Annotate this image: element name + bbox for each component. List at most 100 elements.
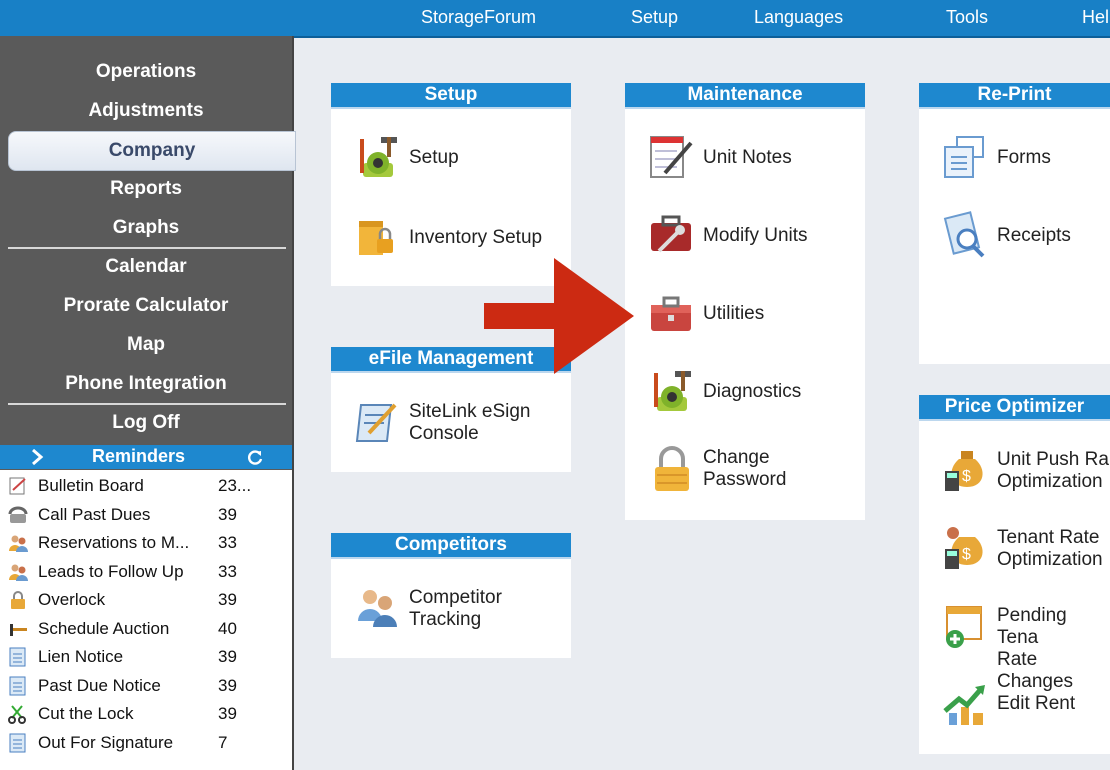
competitors-panel-header: Competitors xyxy=(331,533,571,559)
utilities-label: Utilities xyxy=(703,303,765,324)
forms-label: Forms xyxy=(997,147,1051,168)
reminder-row[interactable]: Schedule Auction 40 xyxy=(0,615,292,643)
sidebar-item-operations[interactable]: Operations xyxy=(0,53,292,91)
reminders-list: Bulletin Board 23... Call Past Dues 39 Reser… xyxy=(0,470,292,770)
sidebar-item-calendar[interactable]: Calendar xyxy=(0,248,292,286)
toolbox-wrench-icon xyxy=(651,215,691,253)
reminder-count: 33 xyxy=(218,533,237,552)
receipts-tile[interactable]: Receipts xyxy=(943,211,1110,267)
refresh-icon[interactable] xyxy=(246,449,264,467)
document-pen-icon xyxy=(355,403,397,442)
reminder-label: Leads to Follow Up xyxy=(38,561,184,581)
edit-rent-tile[interactable]: Edit Rent xyxy=(943,679,1110,735)
reminder-row[interactable]: Overlock 39 xyxy=(0,586,292,614)
reminder-count: 39 xyxy=(218,590,237,609)
sitelink-esign-label: SiteLink eSign Console xyxy=(409,401,531,444)
reminder-row[interactable]: Bulletin Board 23... xyxy=(0,472,292,500)
reminder-label: Cut the Lock xyxy=(38,704,134,723)
change-password-tile[interactable]: Change Password xyxy=(649,445,859,501)
maintenance-panel-header: Maintenance xyxy=(625,83,865,109)
competitor-tracking-label: Competitor Tracking xyxy=(409,587,502,630)
competitors-panel: Competitors Competitor Tracking xyxy=(331,533,571,658)
scissors-icon xyxy=(8,704,28,724)
document-icon xyxy=(8,647,28,667)
gavel-icon xyxy=(8,619,28,639)
chevron-right-icon[interactable] xyxy=(30,449,44,465)
reprint-panel: Re-Print Forms Receipts xyxy=(919,83,1110,364)
menu-languages[interactable]: Languages xyxy=(754,7,843,28)
telephone-icon xyxy=(8,505,28,525)
reminder-count: 39 xyxy=(218,675,237,695)
notepad-icon xyxy=(8,476,28,496)
setup-tools-icon xyxy=(360,137,397,177)
sidebar-item-phone-integration[interactable]: Phone Integration xyxy=(0,365,292,403)
document-icon xyxy=(8,676,28,696)
people-icon xyxy=(358,590,397,627)
reminder-row[interactable]: Lien Notice 39 xyxy=(0,643,292,671)
padlock-icon xyxy=(655,446,689,491)
setup-tile[interactable]: Setup xyxy=(355,133,565,189)
reminder-row[interactable]: Out For Signature 7 xyxy=(0,729,292,757)
maintenance-panel: Maintenance Unit Notes Modify Units Util… xyxy=(625,83,865,520)
reminder-row[interactable]: Cut the Lock 39 xyxy=(0,700,292,728)
price-optimizer-panel-header: Price Optimizer xyxy=(919,395,1110,421)
svg-text:$: $ xyxy=(962,546,971,563)
growth-chart-icon xyxy=(943,685,985,725)
utilities-tile[interactable]: Utilities xyxy=(649,289,859,345)
sitelink-esign-tile[interactable]: SiteLink eSign Console xyxy=(355,397,565,453)
reminder-row[interactable]: Call Past Dues 39 xyxy=(0,501,292,529)
diagnostics-tools-icon xyxy=(654,371,691,411)
sidebar-item-graphs[interactable]: Graphs xyxy=(0,209,292,247)
top-menu-bar: StorageForum Setup Languages Tools Hel xyxy=(0,0,1110,38)
sidebar-item-company[interactable]: Company xyxy=(8,131,296,171)
reminder-count: 33 xyxy=(218,561,237,581)
forms-tile[interactable]: Forms xyxy=(943,133,1110,189)
reminders-title: Reminders xyxy=(92,446,186,466)
menu-tools[interactable]: Tools xyxy=(946,7,988,28)
people-icon xyxy=(8,562,28,582)
modify-units-tile[interactable]: Modify Units xyxy=(649,211,859,267)
setup-panel: Setup Setup Inventory Setup xyxy=(331,83,571,286)
reminders-header: Reminders xyxy=(0,445,292,469)
reminder-count: 23... xyxy=(218,476,252,495)
unit-push-rate-optimization-tile[interactable]: $ Unit Push Ra Optimization xyxy=(943,445,1110,501)
money-bag-person-icon: $ xyxy=(945,527,983,569)
tenant-rate-optimization-tile[interactable]: $ Tenant Rate Optimization xyxy=(943,523,1110,579)
setup-panel-header: Setup xyxy=(331,83,571,109)
reminder-count: 7 xyxy=(218,732,228,752)
tenant-rate-label: Tenant Rate Optimization xyxy=(997,527,1103,570)
sidebar-item-prorate-calculator[interactable]: Prorate Calculator xyxy=(0,287,292,325)
reminder-count: 39 xyxy=(218,504,237,524)
receipts-label: Receipts xyxy=(997,225,1071,246)
people-icon xyxy=(8,533,28,553)
reminder-label: Past Due Notice xyxy=(38,675,161,695)
forms-icon xyxy=(944,136,984,178)
reminder-label: Lien Notice xyxy=(38,647,124,666)
reminder-count: 39 xyxy=(218,647,237,666)
sidebar-item-map[interactable]: Map xyxy=(0,326,292,364)
reminder-row[interactable]: Past Due Notice 39 xyxy=(0,672,292,700)
diagnostics-tile[interactable]: Diagnostics xyxy=(649,367,859,423)
red-arrow-icon xyxy=(484,258,634,374)
svg-text:$: $ xyxy=(962,468,971,485)
menu-setup[interactable]: Setup xyxy=(631,7,678,28)
modify-units-label: Modify Units xyxy=(703,225,808,246)
reminder-row[interactable]: Leads to Follow Up 33 xyxy=(0,558,292,586)
unit-notes-label: Unit Notes xyxy=(703,147,792,168)
setup-tile-label: Setup xyxy=(409,147,459,168)
reminder-count: 40 xyxy=(218,618,237,638)
competitor-tracking-tile[interactable]: Competitor Tracking xyxy=(355,583,565,639)
sidebar-item-log-off[interactable]: Log Off xyxy=(0,404,292,442)
pending-tenant-rate-changes-tile[interactable]: Pending Tena Rate Changes xyxy=(943,601,1110,692)
menu-storageforum[interactable]: StorageForum xyxy=(421,7,536,28)
toolbox-icon xyxy=(651,296,691,331)
reminder-count: 39 xyxy=(218,704,237,723)
reminder-row[interactable]: Reservations to M... 33 xyxy=(0,529,292,557)
sidebar-item-reports[interactable]: Reports xyxy=(0,170,292,208)
menu-help[interactable]: Hel xyxy=(1082,7,1109,28)
calendar-add-icon xyxy=(946,606,982,648)
sidebar-item-adjustments[interactable]: Adjustments xyxy=(0,92,292,130)
diagnostics-label: Diagnostics xyxy=(703,381,802,402)
reminder-label: Bulletin Board xyxy=(38,476,144,495)
unit-notes-tile[interactable]: Unit Notes xyxy=(649,133,859,189)
